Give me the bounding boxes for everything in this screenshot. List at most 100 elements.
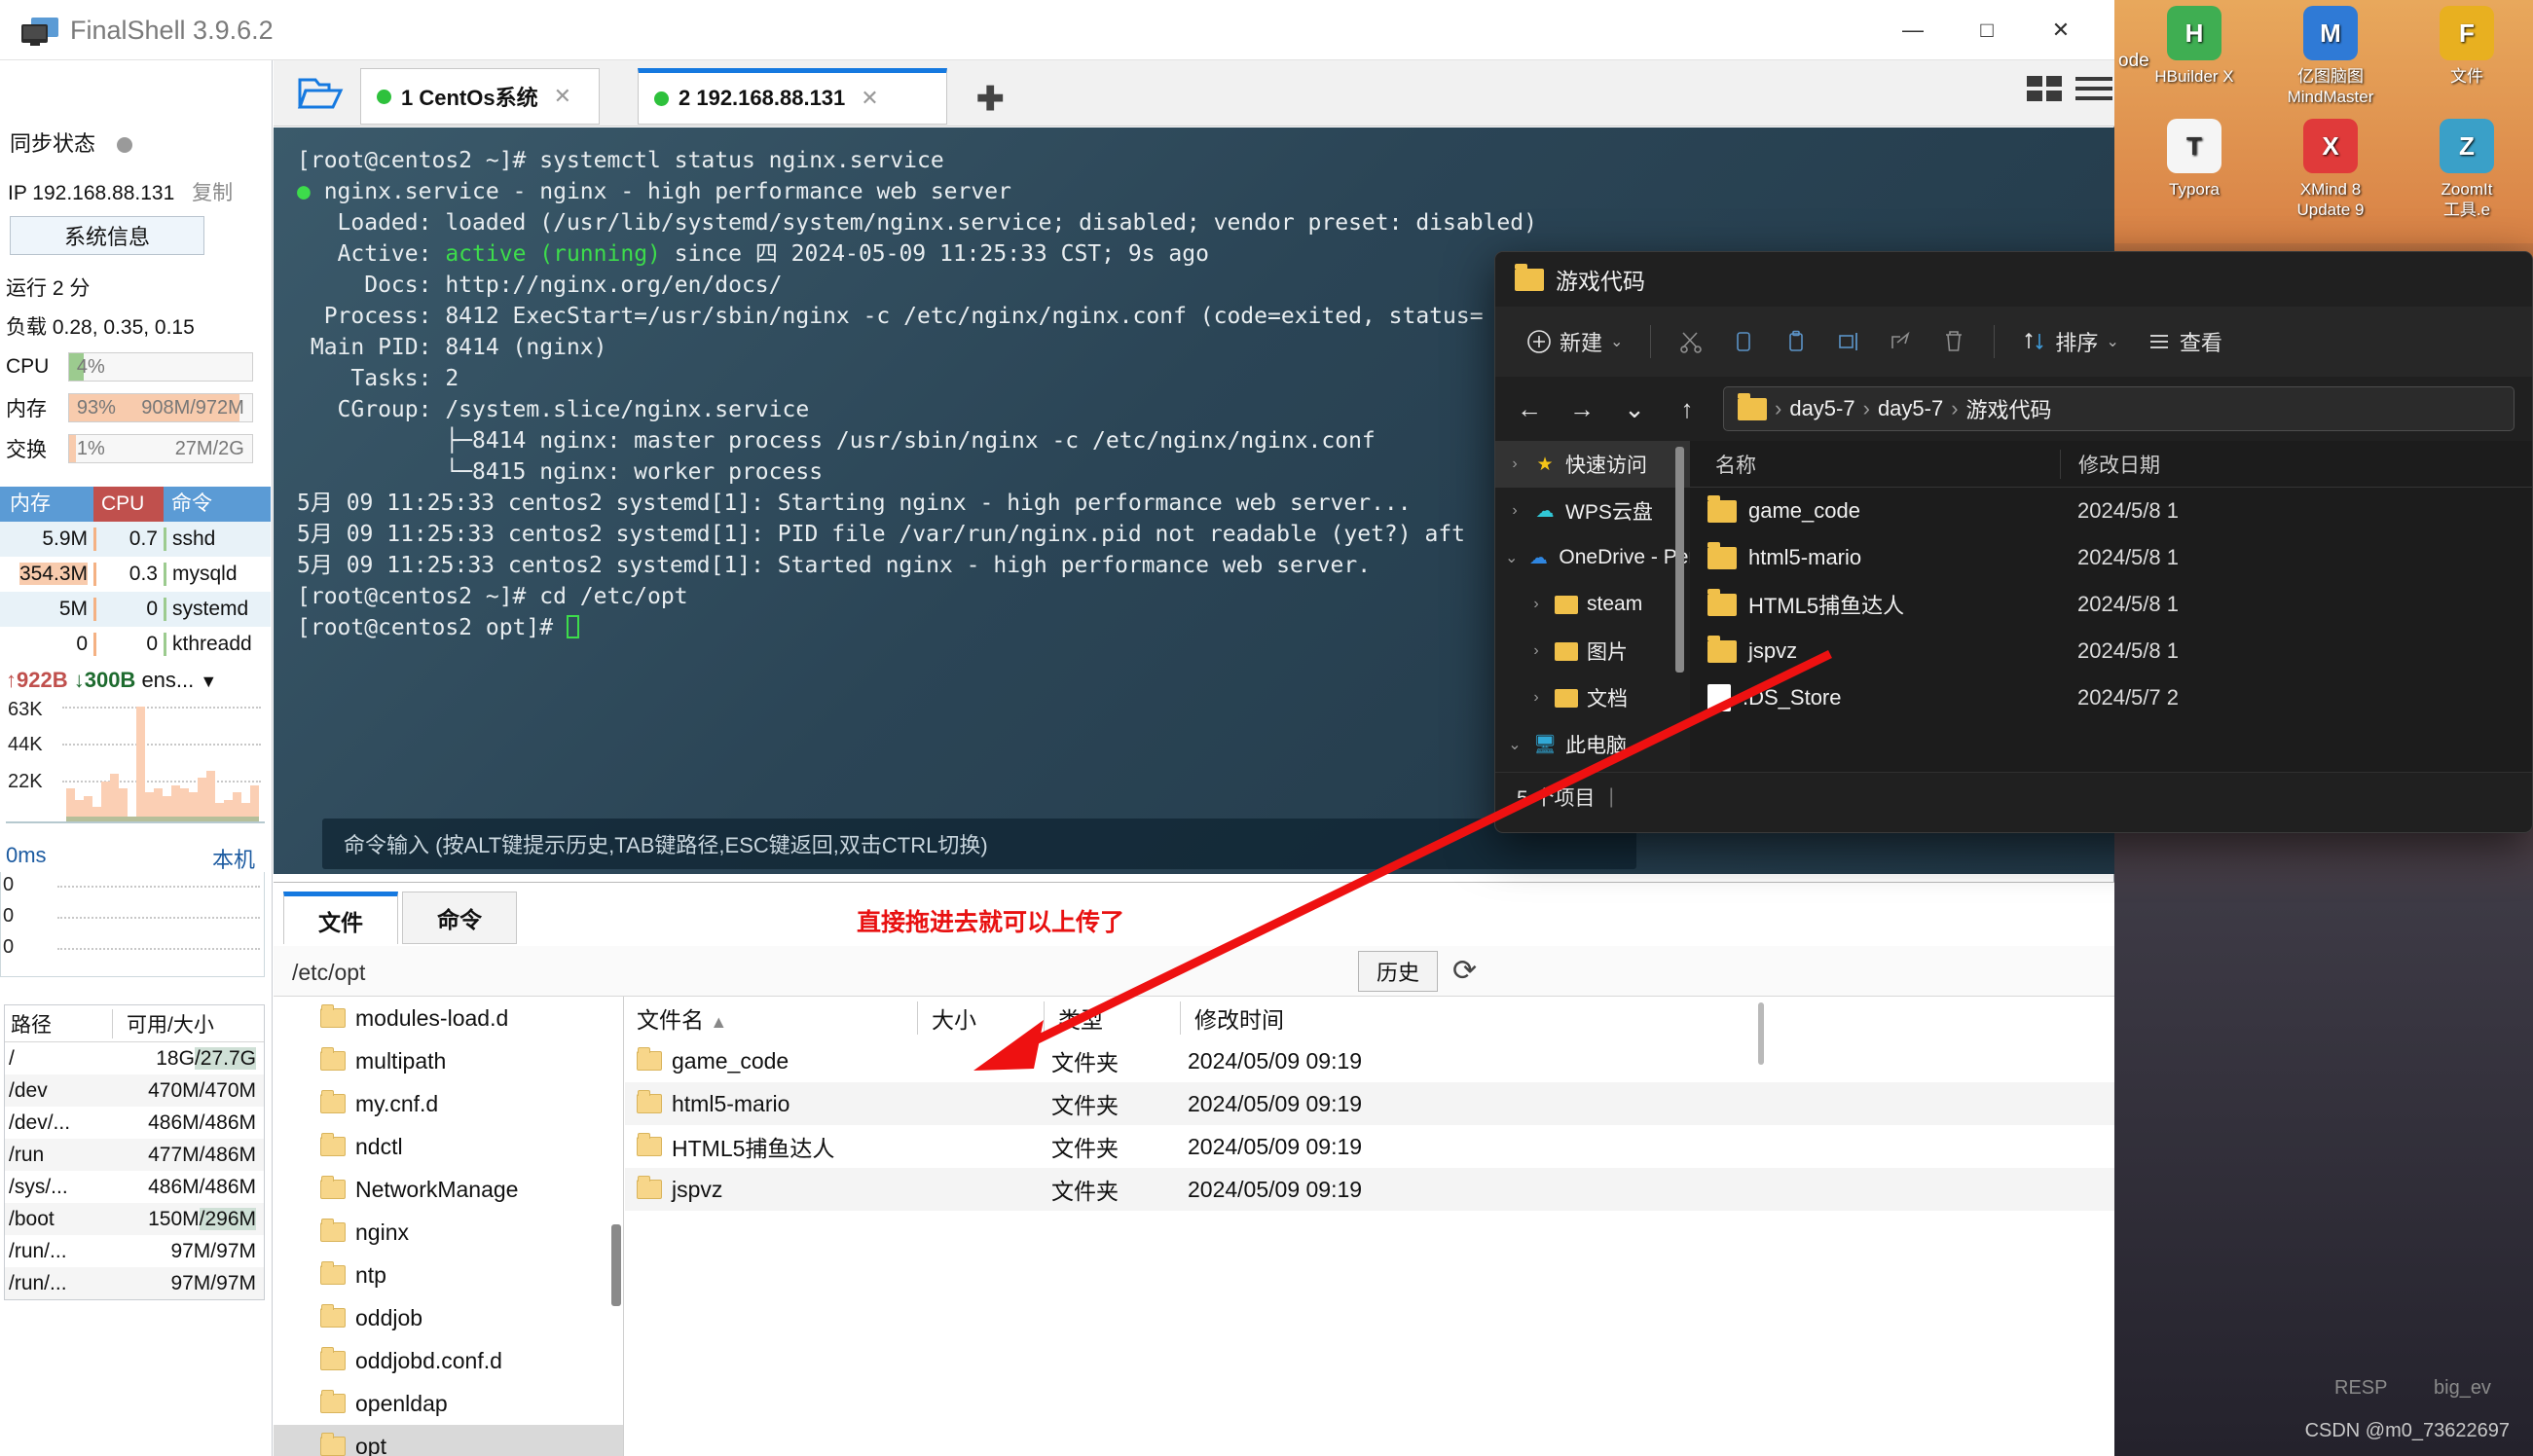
breadcrumb-item[interactable]: day5-7 bbox=[1878, 396, 1943, 421]
chevron-down-icon[interactable]: ⌄ bbox=[2106, 332, 2118, 351]
table-row[interactable]: /sys/... 486M/486M bbox=[5, 1171, 264, 1203]
file-header-name[interactable]: 文件名 ▲ bbox=[625, 1001, 917, 1035]
chevron-right-icon[interactable]: › bbox=[1526, 689, 1546, 707]
tree-item[interactable]: ntp bbox=[274, 1254, 623, 1296]
refresh-icon[interactable]: ⟳ bbox=[1452, 954, 1477, 988]
remote-path-bar[interactable] bbox=[274, 946, 2114, 997]
up-icon[interactable]: ↑ bbox=[1670, 394, 1704, 424]
tab-close-icon[interactable]: ✕ bbox=[554, 84, 571, 109]
desktop-icon-zoomit[interactable]: Z ZoomIt 工具.e bbox=[2405, 119, 2529, 221]
recent-locations-icon[interactable]: ⌄ bbox=[1618, 394, 1651, 424]
disk-header-path[interactable]: 路径 bbox=[5, 1009, 112, 1038]
breadcrumb[interactable]: › day5-7 › day5-7 › 游戏代码 bbox=[1723, 386, 2515, 431]
table-row[interactable]: HTML5捕鱼达人 文件夹 2024/05/09 09:19 bbox=[625, 1125, 2114, 1168]
desktop-icon-xmind[interactable]: X XMind 8 Update 9 bbox=[2268, 119, 2393, 221]
maximize-button[interactable]: □ bbox=[1951, 0, 2023, 60]
chevron-down-icon[interactable]: ⌄ bbox=[1505, 735, 1524, 754]
table-row[interactable]: / 18G/27.7G bbox=[5, 1042, 264, 1074]
nav-item-视频[interactable]: ›视频 bbox=[1495, 768, 1690, 772]
cut-button[interactable] bbox=[1665, 321, 1717, 362]
table-row[interactable]: game_code 2024/5/8 1 bbox=[1690, 488, 2532, 534]
nav-item-此电脑[interactable]: ⌄ 🖥 此电脑 bbox=[1495, 721, 1690, 768]
file-header-size[interactable]: 大小 bbox=[917, 1001, 1044, 1035]
tree-item[interactable]: NetworkManage bbox=[274, 1168, 623, 1211]
chevron-right-icon[interactable]: › bbox=[1526, 642, 1546, 660]
tree-item[interactable]: my.cnf.d bbox=[274, 1082, 623, 1125]
chevron-down-icon[interactable]: ▼ bbox=[200, 672, 217, 691]
table-row[interactable]: /dev/... 486M/486M bbox=[5, 1107, 264, 1139]
table-row[interactable]: /boot 150M/296M bbox=[5, 1203, 264, 1235]
copy-button[interactable] bbox=[1717, 321, 1770, 362]
ping-target-label[interactable]: 本机 bbox=[212, 843, 255, 874]
disk-header-size[interactable]: 可用/大小 bbox=[112, 1008, 264, 1038]
tree-item[interactable]: modules-load.d bbox=[274, 997, 623, 1039]
nav-item-图片[interactable]: › 图片 bbox=[1495, 628, 1690, 674]
forward-icon[interactable]: → bbox=[1565, 394, 1598, 424]
minimize-button[interactable]: — bbox=[1877, 0, 1949, 60]
process-header-cpu[interactable]: CPU bbox=[93, 487, 164, 522]
remote-directory-tree[interactable]: modules-load.d multipath my.cnf.d ndctl Netw… bbox=[274, 997, 624, 1456]
table-row[interactable]: /run 477M/486M bbox=[5, 1139, 264, 1171]
tree-item[interactable]: opt bbox=[274, 1425, 623, 1456]
list-menu-icon[interactable] bbox=[2074, 72, 2114, 105]
tab-close-icon[interactable]: ✕ bbox=[861, 86, 878, 111]
tree-item[interactable]: nginx bbox=[274, 1211, 623, 1254]
nav-item-文档[interactable]: › 文档 bbox=[1495, 674, 1690, 721]
close-button[interactable]: ✕ bbox=[2025, 0, 2097, 60]
chevron-down-icon[interactable]: ⌄ bbox=[1505, 548, 1518, 567]
new-button[interactable]: 新建 ⌄ bbox=[1513, 318, 1636, 365]
desktop-icon-typora[interactable]: T Typora bbox=[2132, 119, 2257, 200]
table-row[interactable]: 5M 0 systemd bbox=[0, 592, 271, 627]
open-folder-icon[interactable] bbox=[297, 74, 344, 113]
table-row[interactable]: jspvz 文件夹 2024/05/09 09:19 bbox=[625, 1168, 2114, 1211]
rename-button[interactable] bbox=[1822, 321, 1875, 362]
sort-button[interactable]: 排序 ⌄ bbox=[2008, 318, 2132, 365]
paste-button[interactable] bbox=[1770, 321, 1822, 362]
terminal-tab-1[interactable]: 1 CentOs系统 ✕ bbox=[360, 68, 600, 125]
chevron-right-icon[interactable]: › bbox=[1505, 502, 1524, 520]
grid-layout-icon[interactable] bbox=[2025, 72, 2066, 105]
desktop-icon-files[interactable]: F 文件 bbox=[2405, 6, 2529, 87]
tree-item[interactable]: oddjobd.conf.d bbox=[274, 1339, 623, 1382]
file-header-type[interactable]: 类型 bbox=[1044, 1001, 1180, 1035]
chevron-down-icon[interactable]: ⌄ bbox=[1610, 332, 1623, 351]
tree-item[interactable]: multipath bbox=[274, 1039, 623, 1082]
explorer-file-list[interactable]: 名称 修改日期 game_code 2024/5/8 1 html5-mario 20… bbox=[1690, 441, 2532, 772]
tab-files[interactable]: 文件 bbox=[283, 892, 398, 944]
terminal-tab-2[interactable]: 2 192.168.88.131 ✕ bbox=[638, 68, 947, 125]
delete-button[interactable] bbox=[1927, 321, 1980, 362]
table-row[interactable]: 354.3M 0.3 mysqld bbox=[0, 557, 271, 592]
command-input[interactable]: 命令输入 (按ALT键提示历史,TAB键路径,ESC键返回,双击CTRL切换) bbox=[322, 819, 1636, 869]
history-button[interactable]: 历史 bbox=[1358, 951, 1438, 992]
view-button[interactable]: 查看 bbox=[2133, 318, 2236, 365]
file-list-scrollbar[interactable] bbox=[1758, 1002, 1764, 1065]
table-row[interactable]: .DS_Store 2024/5/7 2 bbox=[1690, 674, 2532, 721]
tree-item[interactable]: openldap bbox=[274, 1382, 623, 1425]
tab-commands[interactable]: 命令 bbox=[402, 892, 517, 944]
table-row[interactable]: /run/... 97M/97M bbox=[5, 1267, 264, 1299]
explorer-header-date[interactable]: 修改日期 bbox=[2060, 449, 2532, 479]
breadcrumb-item[interactable]: day5-7 bbox=[1789, 396, 1854, 421]
copy-ip-button[interactable]: 复制 bbox=[192, 182, 233, 204]
share-button[interactable] bbox=[1875, 321, 1927, 362]
table-row[interactable]: HTML5捕鱼达人 2024/5/8 1 bbox=[1690, 581, 2532, 628]
tree-item[interactable]: ndctl bbox=[274, 1125, 623, 1168]
nav-scrollbar[interactable] bbox=[1675, 447, 1684, 673]
nav-item-WPS云盘[interactable]: › ☁ WPS云盘 bbox=[1495, 488, 1690, 534]
nav-item-快速访问[interactable]: › ★ 快速访问 bbox=[1495, 441, 1690, 488]
network-interface-label[interactable]: ens... bbox=[141, 668, 194, 692]
system-info-button[interactable]: 系统信息 bbox=[10, 216, 204, 255]
explorer-header-name[interactable]: 名称 bbox=[1690, 450, 2060, 479]
tree-item[interactable]: oddjob bbox=[274, 1296, 623, 1339]
table-row[interactable]: /run/... 97M/97M bbox=[5, 1235, 264, 1267]
remote-file-list[interactable]: 文件名 ▲ 大小 类型 修改时间 game_code 文件夹 2024/05/09 … bbox=[625, 997, 2114, 1456]
table-row[interactable]: html5-mario 文件夹 2024/05/09 09:19 bbox=[625, 1082, 2114, 1125]
nav-item-OneDrive - Pers[interactable]: ⌄ ☁ OneDrive - Pers bbox=[1495, 534, 1690, 581]
tree-scrollbar[interactable] bbox=[611, 1224, 621, 1306]
table-row[interactable]: 5.9M 0.7 sshd bbox=[0, 522, 271, 557]
table-row[interactable]: /dev 470M/470M bbox=[5, 1074, 264, 1107]
chevron-right-icon[interactable]: › bbox=[1526, 596, 1546, 613]
file-header-mtime[interactable]: 修改时间 bbox=[1180, 1001, 2114, 1035]
explorer-navigation-pane[interactable]: ›★快速访问›☁WPS云盘⌄☁OneDrive - Pers›steam›图片›… bbox=[1495, 441, 1690, 772]
breadcrumb-item[interactable]: 游戏代码 bbox=[1966, 393, 2052, 424]
